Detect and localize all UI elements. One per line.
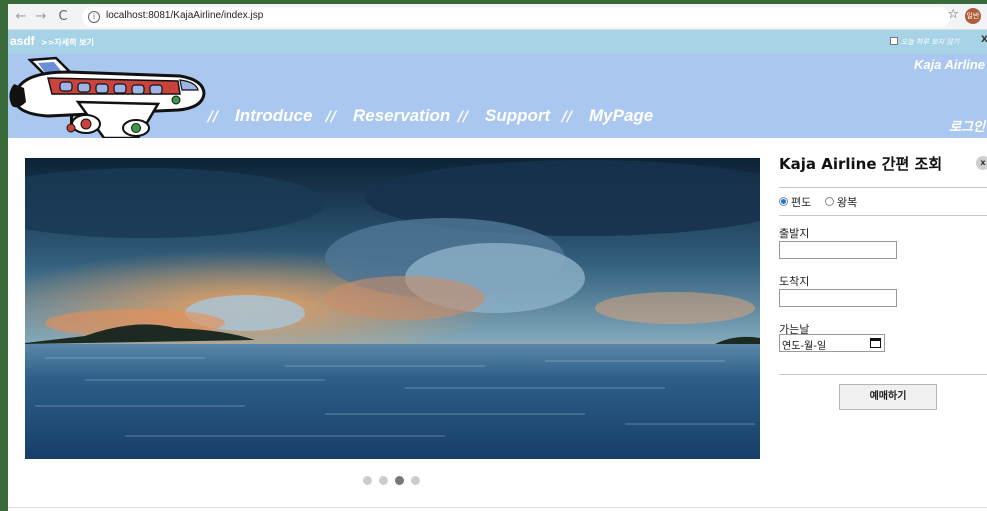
panel-title: Kaja Airline 간편 조회 — [779, 155, 943, 173]
nav-mypage[interactable]: MyPage — [589, 106, 653, 126]
login-link[interactable]: 로그인 — [949, 116, 985, 135]
site-header: Kaja Airline // Introduce // Reservation… — [8, 54, 987, 138]
browser-window: ← → C i localhost:8081/KajaAirline/index… — [8, 4, 987, 511]
close-icon: x — [980, 158, 986, 167]
back-arrow-icon[interactable]: ← — [12, 8, 30, 26]
arrival-label: 도착지 — [779, 275, 810, 288]
carousel-dot-1[interactable] — [363, 476, 372, 485]
footer-divider — [8, 507, 987, 508]
round-trip-radio[interactable] — [825, 197, 834, 206]
dont-show-today-label[interactable]: 오늘 하루 보지 않기 — [901, 37, 959, 47]
forward-arrow-icon[interactable]: → — [32, 8, 50, 26]
arrival-input[interactable] — [779, 289, 897, 307]
divider — [779, 187, 987, 188]
carousel-dot-4[interactable] — [411, 476, 420, 485]
brand-name: Kaja Airline — [913, 57, 985, 72]
nav-support[interactable]: Support — [485, 106, 550, 126]
ocean-sunset-image — [25, 158, 760, 459]
carousel-slide-image[interactable] — [25, 158, 760, 459]
panel-close-button[interactable]: x — [976, 156, 987, 170]
date-placeholder: 연도-월-일 — [782, 341, 827, 352]
nav-separator: // — [562, 109, 573, 125]
departure-input[interactable] — [779, 241, 897, 259]
notice-bar: asdf >>자세히 보기 오늘 하루 보지 않기 X — [8, 30, 987, 54]
carousel-dot-3[interactable] — [395, 476, 404, 485]
notice-title: asdf — [10, 34, 35, 48]
notice-detail-link[interactable]: >>자세히 보기 — [41, 37, 94, 48]
nav-introduce[interactable]: Introduce — [235, 106, 312, 126]
nav-separator: // — [326, 109, 337, 125]
nav-separator: // — [208, 109, 219, 125]
nav-separator: // — [458, 109, 469, 125]
dont-show-today-checkbox[interactable] — [890, 37, 898, 45]
browser-toolbar: ← → C i localhost:8081/KajaAirline/index… — [8, 4, 987, 30]
round-trip-label[interactable]: 왕복 — [837, 194, 857, 210]
calendar-icon[interactable] — [870, 338, 881, 348]
info-icon[interactable]: i — [88, 11, 100, 23]
bookmark-star-icon[interactable]: ☆ — [947, 7, 959, 22]
nav-reservation[interactable]: Reservation — [353, 106, 450, 126]
carousel-dot-2[interactable] — [379, 476, 388, 485]
airplane-logo-icon[interactable] — [8, 54, 208, 138]
notice-close-button[interactable]: X — [981, 35, 987, 45]
one-way-label[interactable]: 편도 — [791, 194, 811, 210]
reload-icon[interactable]: C — [54, 8, 72, 26]
divider — [779, 374, 987, 375]
profile-avatar[interactable]: 일반 — [965, 8, 981, 24]
divider — [779, 215, 987, 216]
departure-date-input[interactable]: 연도-월-일 — [779, 334, 885, 352]
quick-search-panel: Kaja Airline 간편 조회 x 편도 왕복 출발지 도착지 가는날 연… — [779, 149, 987, 419]
url-text[interactable]: localhost:8081/KajaAirline/index.jsp — [106, 10, 263, 21]
reserve-button[interactable]: 예매하기 — [839, 384, 937, 410]
avatar-label: 일반 — [966, 12, 980, 20]
address-bar[interactable]: i localhost:8081/KajaAirline/index.jsp — [82, 7, 950, 27]
one-way-radio[interactable] — [779, 197, 788, 206]
departure-label: 출발지 — [779, 227, 810, 240]
